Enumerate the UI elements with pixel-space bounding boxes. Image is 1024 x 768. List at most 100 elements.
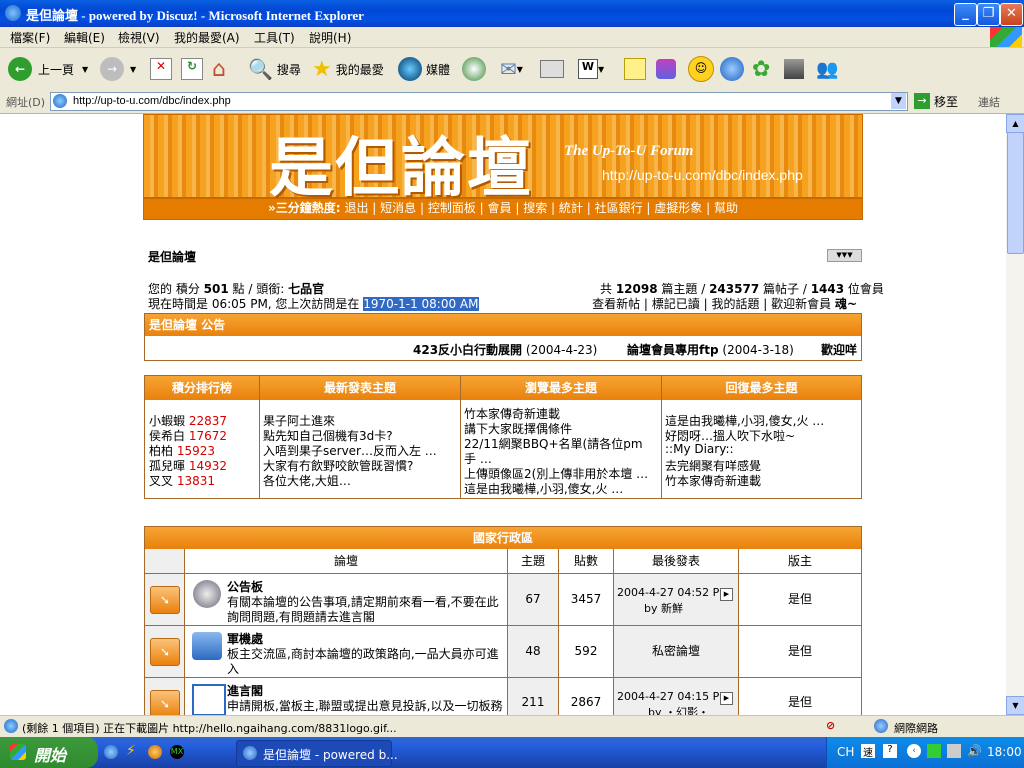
chevron-down-icon[interactable]: ▼	[82, 65, 88, 74]
refresh-button[interactable]: ↻	[181, 54, 203, 84]
nav-bank[interactable]: 社區銀行	[595, 201, 643, 215]
quicklaunch-tool-icon[interactable]: ⚡	[126, 743, 136, 759]
ranking-item[interactable]: 叉叉 13831	[149, 472, 215, 489]
nav-members[interactable]: 會員	[488, 201, 512, 215]
history-button[interactable]	[462, 54, 486, 84]
printer-icon	[540, 60, 564, 78]
go-button[interactable]: → 移至	[914, 92, 958, 110]
announcement-item[interactable]: 歡迎咩	[821, 341, 861, 358]
nav-search[interactable]: 搜索	[523, 201, 547, 215]
users-button[interactable]: 👥	[816, 54, 838, 84]
restore-button[interactable]: ❐	[977, 3, 1000, 26]
forum-name[interactable]: 是但論壇	[148, 248, 196, 265]
windows-logo-icon	[990, 27, 1022, 47]
nav-stats[interactable]: 統計	[559, 201, 583, 215]
forum-status-icon: ➘	[150, 638, 180, 666]
close-button[interactable]: ✕	[1000, 3, 1023, 26]
toolbar: ← 上一頁 ▼ → ▼ ✕ ↻ ⌂ 🔍 搜尋 ★ 我的最愛 媒體 ✉ ▼ W ▼	[0, 48, 1024, 91]
system-tray: CH 速 ? ‹ 🔊 18:00	[826, 737, 1024, 768]
vertical-scrollbar[interactable]: ▲ ▼	[1006, 114, 1024, 715]
media-button[interactable]: 媒體	[398, 54, 450, 84]
clock[interactable]: 18:00	[987, 745, 1022, 759]
internet-zone-icon	[874, 719, 888, 733]
smiley-button[interactable]: ☺	[688, 54, 714, 84]
taskbar-task-ie[interactable]: 是但論壇 - powered b...	[236, 740, 398, 767]
go-last-icon[interactable]: ▶	[720, 588, 733, 601]
home-button[interactable]: ⌂	[212, 54, 226, 84]
replied-topic[interactable]: 竹本家傳奇新連載	[665, 472, 859, 489]
table-row: ➘ 公告板 有關本論壇的公告事項,請定期前來看一看,不要在此 詢問問題,有問題請…	[145, 574, 861, 626]
scroll-thumb[interactable]	[1007, 132, 1024, 254]
edit-button[interactable]: W ▼	[578, 54, 604, 84]
blocked-icon: ⊘	[826, 719, 836, 732]
minimize-button[interactable]: _	[954, 3, 977, 26]
print-button[interactable]	[540, 54, 564, 84]
scroll-down-icon[interactable]: ▼	[1006, 696, 1024, 715]
volume-icon[interactable]: 🔊	[967, 744, 982, 758]
ime-icon[interactable]: 速	[861, 744, 875, 759]
latest-topic[interactable]: 各位大佬,大姐…	[263, 472, 457, 489]
history-icon	[462, 57, 486, 81]
menu-help[interactable]: 說明(H)	[309, 29, 351, 46]
announcement-item[interactable]: 論壇會員專用ftp (2004-3-18)	[627, 341, 794, 358]
network-icon[interactable]	[947, 744, 961, 758]
mail-button[interactable]: ✉ ▼	[500, 54, 523, 84]
messenger-button[interactable]	[656, 54, 676, 84]
favorites-button[interactable]: ★ 我的最愛	[312, 54, 384, 84]
collapse-icon[interactable]: ▼▼▼	[827, 249, 862, 262]
winrar-button[interactable]	[784, 54, 804, 84]
go-last-icon[interactable]: ▶	[720, 692, 733, 705]
nav-avatar[interactable]: 虛擬形象	[654, 201, 702, 215]
start-button[interactable]: 開始	[0, 737, 98, 768]
category-title[interactable]: 國家行政區	[145, 527, 861, 549]
taskbar: 開始 ⚡ MX 是但論壇 - powered b... CH 速 ? ‹ 🔊 1…	[0, 737, 1024, 768]
user-info-line2: 現在時間是 06:05 PM, 您上次訪問是在 1970-1-1 08:00 A…	[148, 297, 479, 311]
stop-button[interactable]: ✕	[150, 54, 172, 84]
forum-status-icon: ➘	[150, 586, 180, 614]
announcement-box: 是但論壇 公告 423反小白行動展開 (2004-4-23) 論壇會員專用ftp…	[144, 313, 862, 361]
back-button[interactable]: ← 上一頁 ▼	[8, 54, 88, 84]
tray-expand-icon[interactable]: ‹	[907, 744, 921, 758]
nav-help[interactable]: 幫助	[714, 201, 738, 215]
forum-desc: 詢問問題,有問題請去進言閣	[227, 610, 375, 624]
last-post[interactable]: 2004-4-27 04:52 PM by 新鮮 ▶	[614, 574, 738, 625]
replied-topic[interactable]: ::My Diary::	[665, 442, 859, 456]
quicklaunch-ie-icon[interactable]	[104, 745, 118, 759]
links-button[interactable]: 連結	[978, 94, 1000, 110]
quicklaunch-media-icon[interactable]	[148, 745, 162, 759]
search-button[interactable]: 🔍 搜尋	[248, 54, 301, 84]
stop-icon: ✕	[150, 58, 172, 80]
forum-banner: 是但論壇 The Up-To-U Forum http://up-to-u.co…	[143, 114, 863, 206]
quicklaunch-app-icon[interactable]: MX	[170, 745, 184, 759]
menu-file[interactable]: 檔案(F)	[10, 29, 50, 46]
nav-logout[interactable]: 退出	[344, 201, 368, 215]
announcement-item[interactable]: 423反小白行動展開 (2004-4-23)	[413, 341, 597, 358]
language-indicator[interactable]: CH	[837, 745, 854, 759]
info-button[interactable]	[720, 54, 744, 84]
col-last-post: 最後發表	[614, 549, 739, 573]
menu-edit[interactable]: 編輯(E)	[64, 29, 105, 46]
discuss-button[interactable]	[624, 54, 646, 84]
chevron-down-icon[interactable]: ▼	[130, 65, 136, 74]
moderator[interactable]: 是但	[739, 626, 861, 677]
quick-links[interactable]: 查看新帖 | 標記已讀 | 我的話題 | 歡迎新會員 魂~	[560, 295, 857, 312]
thread-count: 67	[508, 574, 558, 625]
address-dropdown-icon[interactable]: ▼	[891, 93, 906, 109]
menu-tools[interactable]: 工具(T)	[254, 29, 295, 46]
moderator[interactable]: 是但	[739, 678, 861, 715]
scroll-up-icon[interactable]: ▲	[1006, 114, 1024, 133]
address-input[interactable]: http://up-to-u.com/dbc/index.php ▼	[50, 92, 908, 111]
window-title-bar[interactable]: 是但論壇 - powered by Discuz! - Microsoft In…	[0, 0, 1024, 27]
menu-view[interactable]: 檢視(V)	[118, 29, 160, 46]
viewed-topic[interactable]: 這是由我曦樺,小羽,傻女,火 …	[464, 480, 658, 497]
menu-favorites[interactable]: 我的最愛(A)	[174, 29, 240, 46]
help-icon[interactable]: ?	[883, 744, 897, 758]
nav-control-panel[interactable]: 控制面板	[428, 201, 476, 215]
moderator[interactable]: 是但	[739, 574, 861, 625]
thread-count: 48	[508, 626, 558, 677]
tray-app-icon[interactable]	[927, 744, 941, 758]
last-post[interactable]: 2004-4-27 04:15 PM by ・幻影・ ▶	[614, 678, 738, 715]
icq-button[interactable]: ✿	[752, 54, 770, 84]
forward-button[interactable]: → ▼	[100, 54, 136, 84]
nav-messages[interactable]: 短消息	[380, 201, 416, 215]
